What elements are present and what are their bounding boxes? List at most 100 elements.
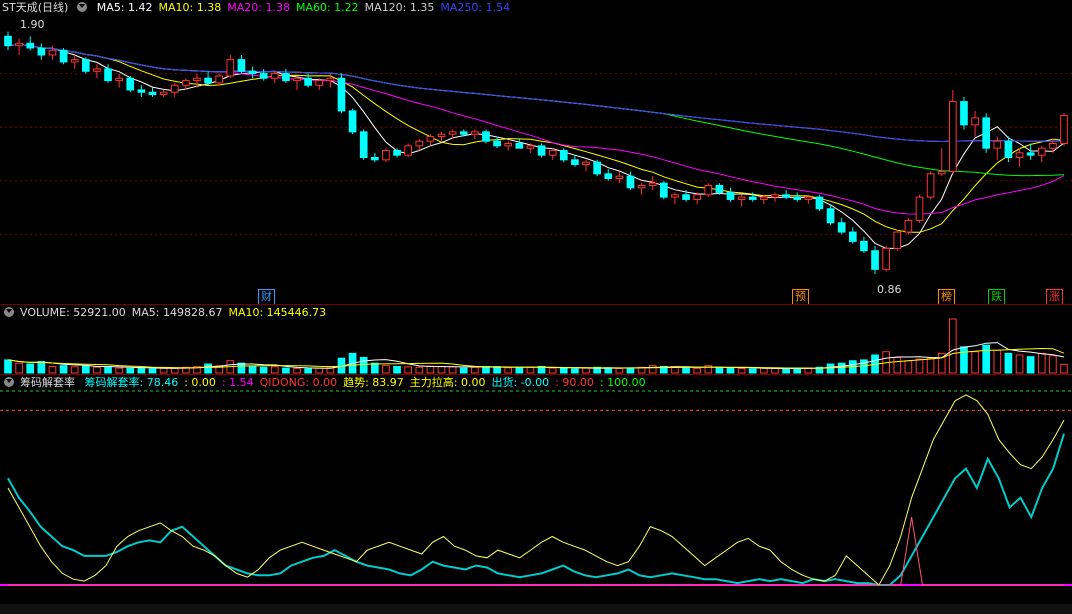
dropdown-icon[interactable] <box>77 2 88 12</box>
candle-body <box>293 77 301 82</box>
candle-body <box>926 173 935 198</box>
date-axis <box>0 604 1072 614</box>
candle-body <box>459 131 468 135</box>
candle-body <box>282 73 290 82</box>
candle-body <box>659 182 668 198</box>
volume-bar <box>926 357 935 374</box>
price-chart[interactable] <box>0 0 1072 304</box>
candle-body <box>259 73 268 79</box>
candle-body <box>471 131 479 135</box>
legend-label: MA60: 1.22 <box>295 1 359 14</box>
candle-body <box>304 77 312 86</box>
candle-body <box>382 150 390 161</box>
candle-body <box>348 110 357 133</box>
volume-bar <box>860 359 868 374</box>
legend-label: MA10: 145446.73 <box>228 306 327 319</box>
high-price-label: 1.90 <box>20 18 45 31</box>
candle-body <box>70 59 79 63</box>
candle-body <box>537 145 546 156</box>
candle-body <box>237 59 246 72</box>
volume-bar <box>382 365 390 374</box>
candle-body <box>815 196 824 210</box>
volume-bar <box>448 366 457 374</box>
volume-bar <box>270 366 279 374</box>
volume-bar <box>26 363 35 374</box>
candle-body <box>93 68 101 72</box>
volume-bar <box>826 363 835 374</box>
legend-label: MA5: 149828.67 <box>131 306 223 319</box>
candle-body <box>637 184 646 189</box>
candle-body <box>604 173 613 179</box>
ma10-line <box>7 43 1065 233</box>
event-tag[interactable]: 涨 <box>1046 289 1063 305</box>
volume-bar <box>59 365 68 374</box>
volume-bar <box>282 367 290 374</box>
volume-legend: VOLUME: 52921.00 MA5: 149828.67 MA10: 1454… <box>0 305 338 321</box>
volume-bar <box>804 367 813 374</box>
volume-bar <box>70 366 79 374</box>
candle-body <box>648 182 657 186</box>
ma20-line <box>7 43 1065 215</box>
legend-label: : 0.00 <box>184 376 216 389</box>
volume-bar <box>126 367 135 374</box>
candle-body <box>81 59 90 72</box>
volume-bar <box>715 366 724 374</box>
candle-body <box>226 59 235 77</box>
candle-body <box>949 101 957 172</box>
candle-body <box>1026 152 1035 156</box>
candle-body <box>871 250 879 270</box>
volume-bar <box>771 367 779 374</box>
stock-title[interactable]: ST天成(日线) <box>2 1 68 14</box>
candle-body <box>804 196 813 200</box>
low-price-label: 0.86 <box>877 283 902 296</box>
volume-bar <box>726 367 735 374</box>
candle-body <box>682 194 690 200</box>
legend-label: MA250: 1.54 <box>440 1 511 14</box>
candle-body <box>1060 115 1068 145</box>
volume-bar <box>415 366 424 374</box>
volume-bar <box>293 367 301 374</box>
volume-bar <box>204 363 212 374</box>
candle-body <box>326 77 335 82</box>
volume-bar <box>1015 354 1024 374</box>
candle-body <box>782 194 790 198</box>
candle-body <box>848 231 857 242</box>
candle-body <box>715 184 724 193</box>
price-panel: ST天成(日线) MA5: 1.42 MA10: 1.38 MA20: 1.38 MA… <box>0 0 1072 305</box>
candle-body <box>971 117 979 126</box>
candle-body <box>270 73 279 79</box>
candle-body <box>548 150 557 156</box>
volume-bar <box>626 367 635 374</box>
indicator-chart[interactable] <box>0 375 1072 604</box>
candle-body <box>559 150 568 161</box>
legend-label: MA5: 1.42 <box>96 1 153 14</box>
candle-body <box>593 161 601 175</box>
event-tag[interactable]: 榜 <box>938 289 955 305</box>
ma60-line <box>7 43 1065 177</box>
event-tag[interactable]: 跌 <box>988 289 1005 305</box>
volume-bar <box>15 362 23 374</box>
volume-bar <box>1049 355 1057 374</box>
event-tag[interactable]: 预 <box>792 289 809 305</box>
candle-body <box>1049 143 1057 149</box>
volume-bar <box>548 367 557 374</box>
candle-body <box>193 77 201 82</box>
dropdown-icon[interactable] <box>4 307 14 317</box>
volume-bar <box>493 366 501 374</box>
indicator-series-line <box>7 433 1065 586</box>
dropdown-icon[interactable] <box>4 377 14 387</box>
volume-bar <box>471 366 479 374</box>
candle-body <box>704 184 713 196</box>
candle-body <box>48 49 57 56</box>
indicator-title[interactable]: 筹码解套率 <box>20 376 75 389</box>
candle-body <box>526 145 535 149</box>
candle-body <box>248 70 257 75</box>
volume-bar <box>104 365 112 374</box>
candle-body <box>626 175 635 189</box>
legend-label: 趋势: 83.97 <box>343 376 404 389</box>
volume-bar <box>1004 352 1013 374</box>
event-tag[interactable]: 财 <box>258 289 275 305</box>
candle-body <box>204 77 212 84</box>
candle-body <box>904 219 913 233</box>
volume-bar <box>1026 356 1035 374</box>
